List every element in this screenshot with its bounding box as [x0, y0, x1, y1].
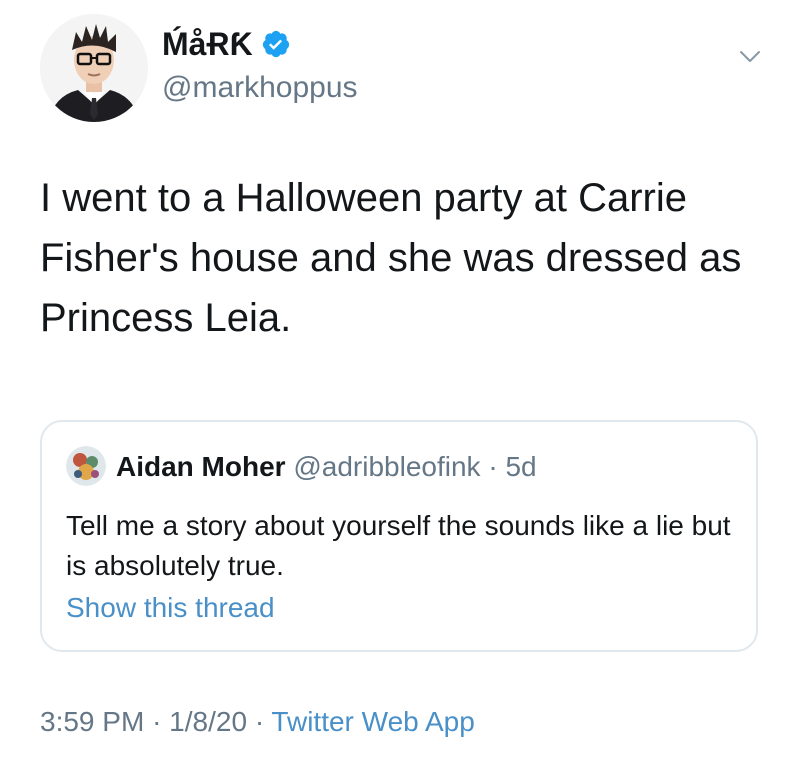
tweet-time: 3:59 PM: [40, 706, 145, 737]
meta-separator: ·: [254, 706, 265, 737]
verified-badge-icon: [261, 29, 291, 59]
chevron-down-icon[interactable]: [738, 44, 762, 68]
tweet-source-link[interactable]: Twitter Web App: [271, 706, 474, 737]
quoted-author-avatar: [66, 446, 106, 486]
author-display-name-row[interactable]: ḾåɌƘ: [162, 26, 291, 62]
quoted-tweet-age: 5d: [505, 451, 537, 482]
tweet-meta: 3:59 PM · 1/8/20 · Twitter Web App: [40, 704, 475, 740]
author-avatar[interactable]: [40, 14, 148, 122]
author-display-name[interactable]: ḾåɌƘ: [162, 26, 253, 62]
tweet: ḾåɌƘ @markhoppus I went to a Halloween p…: [0, 0, 800, 766]
quoted-tweet-header: Aidan Moher @adribbleofink · 5d: [116, 450, 537, 484]
quoted-tweet-card[interactable]: Aidan Moher @adribbleofink · 5d Tell me …: [40, 420, 758, 652]
quoted-author-name[interactable]: Aidan Moher: [116, 451, 286, 482]
quoted-author-handle[interactable]: @adribbleofink: [293, 451, 480, 482]
header-separator: ·: [488, 451, 498, 482]
show-thread-link[interactable]: Show this thread: [66, 590, 275, 626]
quoted-tweet-text: Tell me a story about yourself the sound…: [66, 510, 731, 581]
tweet-text: I went to a Halloween party at Carrie Fi…: [40, 176, 742, 340]
tweet-date: 1/8/20: [169, 706, 248, 737]
meta-separator: ·: [152, 706, 162, 737]
author-handle[interactable]: @markhoppus: [162, 70, 358, 106]
